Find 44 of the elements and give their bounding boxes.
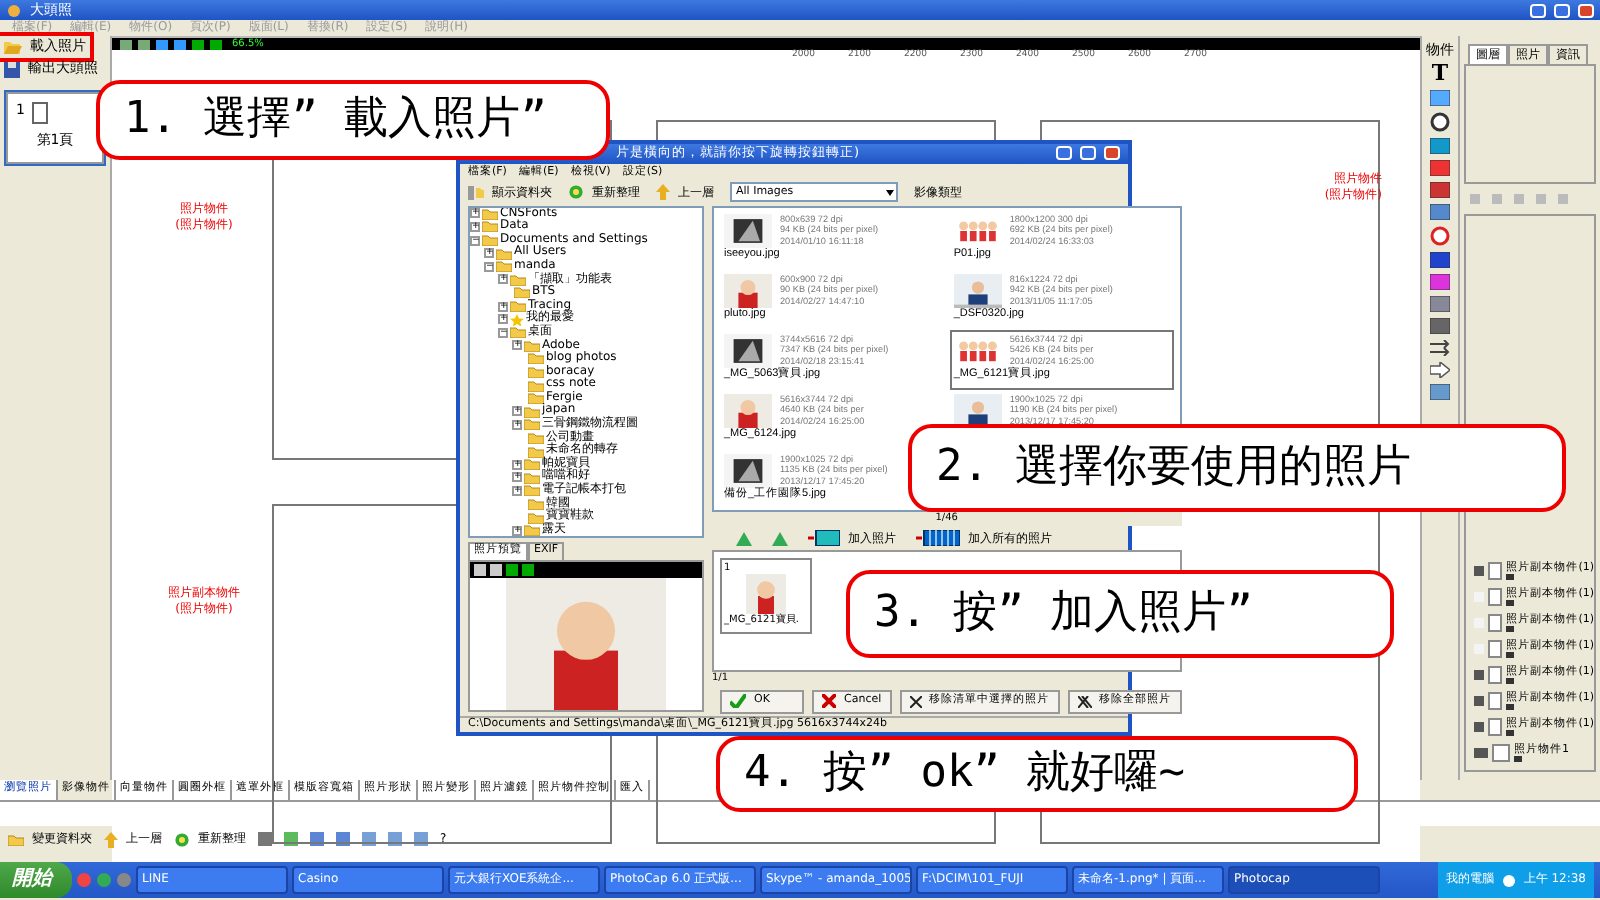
cross-icon bbox=[909, 695, 922, 708]
tray-icon bbox=[1501, 873, 1516, 887]
folder-icon bbox=[4, 40, 22, 54]
visibility-toggle[interactable] bbox=[1474, 592, 1485, 602]
rotate-right-icon[interactable] bbox=[772, 531, 788, 546]
add-photo-icon bbox=[808, 530, 840, 547]
close-button[interactable] bbox=[1104, 146, 1120, 161]
minimize-button[interactable] bbox=[1056, 146, 1072, 161]
maximize-button[interactable] bbox=[1554, 3, 1570, 17]
visibility-toggle[interactable] bbox=[1474, 566, 1485, 576]
callout-tooltip: 4. 按” ok” 就好囉~ bbox=[716, 736, 1358, 812]
visibility-toggle[interactable] bbox=[1474, 722, 1485, 732]
rotate-left-icon[interactable] bbox=[736, 531, 752, 546]
callout-tooltip: 2. 選擇你要使用的照片 bbox=[908, 424, 1566, 512]
visibility-toggle[interactable] bbox=[1474, 644, 1485, 654]
visibility-toggle[interactable] bbox=[1474, 748, 1488, 758]
arrows-tool-icon[interactable] bbox=[1430, 340, 1450, 357]
folder-icon bbox=[8, 833, 24, 845]
layer-preview-panel bbox=[1464, 64, 1596, 185]
cross-icon bbox=[822, 694, 836, 709]
start-button[interactable]: 開始 bbox=[0, 862, 72, 898]
app-icon bbox=[6, 3, 22, 17]
refresh-icon bbox=[174, 831, 190, 847]
add-photos-icon bbox=[916, 530, 960, 547]
visibility-toggle[interactable] bbox=[1474, 670, 1485, 680]
up-arrow-icon bbox=[104, 831, 118, 847]
callout-tooltip: 1. 選擇” 載入照片” bbox=[96, 80, 610, 160]
double-cross-icon bbox=[1077, 695, 1092, 708]
maximize-button[interactable] bbox=[1080, 146, 1096, 161]
refresh-icon bbox=[568, 184, 584, 201]
minimize-button[interactable] bbox=[1530, 3, 1546, 17]
page-preview bbox=[32, 102, 49, 124]
folder-tree-icon bbox=[468, 185, 484, 200]
check-icon bbox=[730, 694, 746, 709]
visibility-toggle[interactable] bbox=[1474, 696, 1485, 706]
callout-tooltip: 3. 按” 加入照片” bbox=[846, 570, 1394, 658]
close-button[interactable] bbox=[1578, 3, 1594, 17]
visibility-toggle[interactable] bbox=[1474, 618, 1485, 628]
arrow-tool-icon[interactable] bbox=[1430, 362, 1450, 379]
star-icon bbox=[510, 313, 524, 326]
ellipse-tool-icon[interactable] bbox=[1430, 112, 1450, 133]
caret-icon bbox=[884, 186, 896, 199]
text-tool[interactable]: T bbox=[1431, 64, 1449, 85]
up-arrow-icon bbox=[656, 184, 670, 201]
